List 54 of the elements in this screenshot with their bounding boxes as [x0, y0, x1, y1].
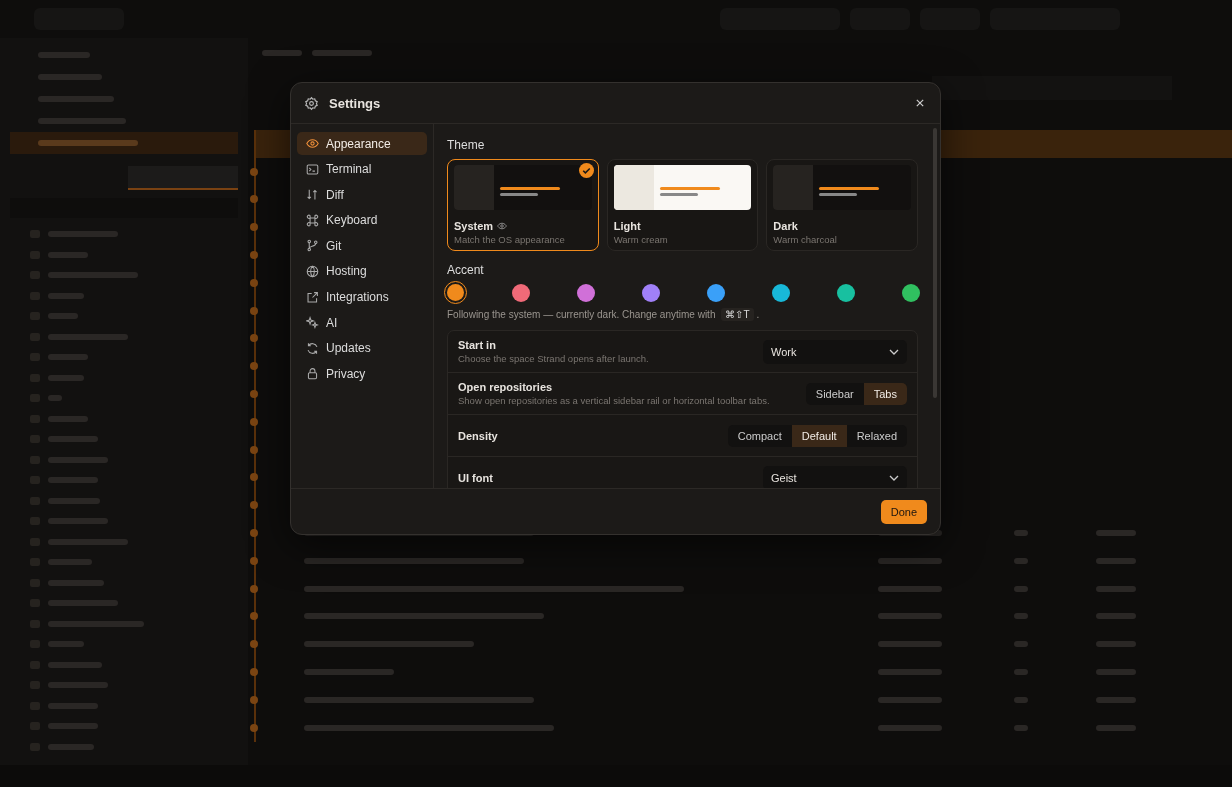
setting-label: Density	[458, 429, 499, 442]
branch-icon	[306, 239, 319, 253]
settings-nav-item[interactable]: Integrations	[297, 285, 427, 309]
lock-icon	[306, 367, 319, 381]
segment-option[interactable]: Compact	[727, 424, 792, 447]
hint-text: Following the system — currently dark. Change anytime with	[447, 309, 716, 320]
dropdown[interactable]: Work	[763, 339, 907, 364]
setting-description: Choose the space Strand opens after launch.	[458, 353, 650, 364]
terminal-icon	[306, 162, 319, 176]
segment-option[interactable]: Sidebar	[805, 382, 864, 405]
settings-nav-item[interactable]: Keyboard	[297, 208, 427, 232]
theme-description: Warm cream	[613, 234, 669, 245]
theme-card[interactable]: System Match the OS appearance	[447, 159, 599, 251]
settings-icon	[304, 95, 319, 111]
settings-nav-item[interactable]: Updates	[297, 336, 427, 360]
chevron-down-icon	[889, 474, 899, 481]
section-label: Theme	[447, 138, 486, 152]
dialog-title: Settings	[329, 95, 381, 111]
theme-name: System	[454, 220, 494, 232]
setting-label: Start in	[458, 339, 497, 351]
theme-card[interactable]: Light Warm cream	[606, 159, 759, 251]
segment-option[interactable]: Default	[791, 424, 847, 447]
settings-nav-item[interactable]: Diff	[297, 183, 427, 207]
dropdown[interactable]: Geist	[763, 465, 907, 488]
external-link-icon	[306, 290, 319, 304]
setting-label: Open repositories	[458, 381, 554, 393]
chevron-down-icon	[889, 348, 899, 355]
theme-card[interactable]: Dark Warm charcoal	[766, 159, 918, 251]
theme-name: Light	[613, 220, 641, 232]
settings-nav-item[interactable]: AI	[297, 311, 427, 335]
shortcut-key: ⌘⇧T	[721, 308, 754, 321]
close-icon[interactable]	[916, 99, 924, 107]
check-icon	[578, 163, 594, 178]
done-button[interactable]: Done	[880, 499, 927, 524]
theme-description: Match the OS appearance	[454, 234, 566, 245]
settings-nav-item[interactable]: Appearance	[297, 132, 427, 155]
settings-nav-item[interactable]: Git	[297, 234, 427, 258]
segment-option[interactable]: Relaxed	[846, 424, 907, 447]
theme-name: Dark	[773, 220, 798, 232]
globe-icon	[306, 264, 319, 278]
hint-text: .	[756, 309, 760, 320]
settings-nav-item[interactable]: Privacy	[297, 362, 427, 386]
setting-label: UI font	[458, 471, 494, 484]
settings-nav-item[interactable]: Terminal	[297, 157, 427, 181]
command-icon	[306, 213, 319, 227]
settings-nav-item[interactable]: Hosting	[297, 259, 427, 283]
setting-description: Show open repositories as a vertical sidebar rail or horizontal toolbar tabs.	[458, 395, 771, 406]
arrows-icon	[306, 188, 319, 202]
segment-option[interactable]: Tabs	[863, 382, 907, 405]
section-label: Accent	[447, 263, 485, 277]
eye-icon	[306, 137, 319, 150]
refresh-icon	[306, 341, 319, 355]
theme-description: Warm charcoal	[773, 234, 838, 245]
sparkle-icon	[306, 316, 319, 330]
